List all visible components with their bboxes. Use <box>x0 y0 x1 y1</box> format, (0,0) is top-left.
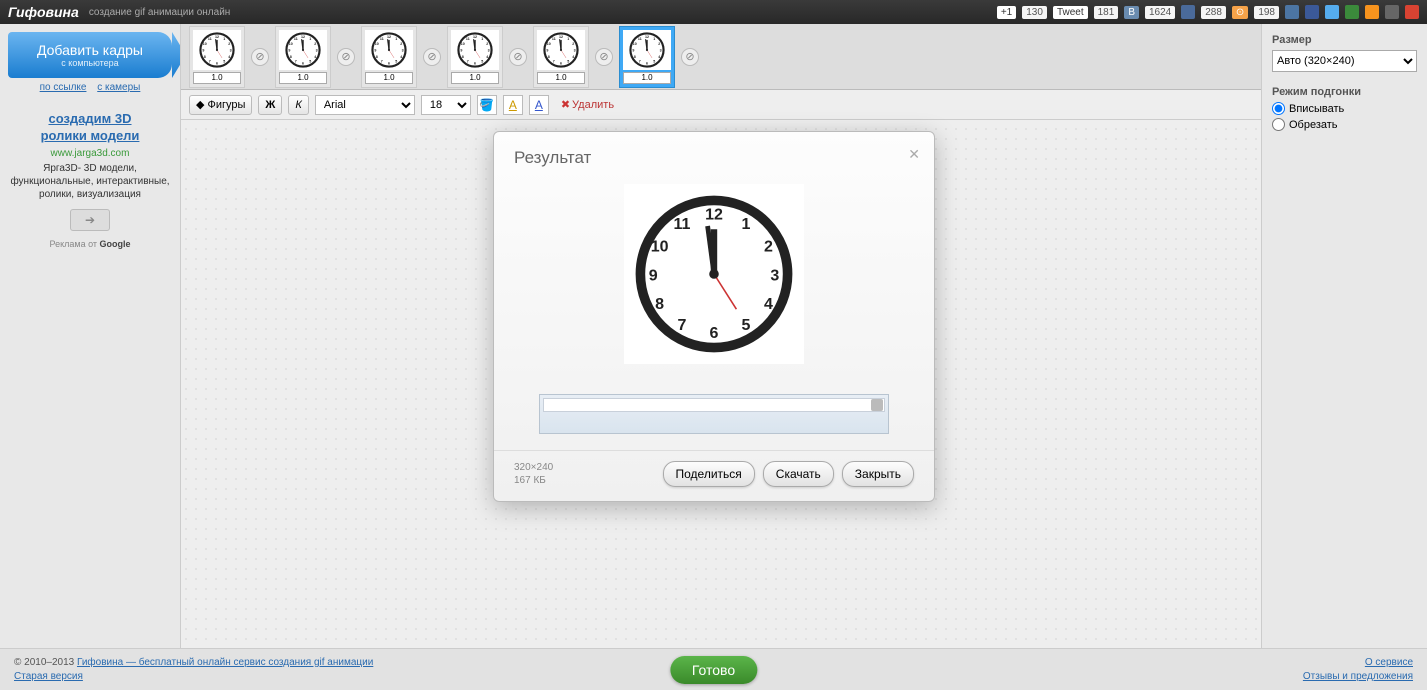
footer-about-link[interactable]: О сервисе <box>1365 657 1413 668</box>
close-icon[interactable]: ✕ <box>908 146 920 163</box>
download-button[interactable]: Скачать <box>763 461 834 487</box>
result-modal: Результат ✕ 320×240 167 КБ Поделиться Ск… <box>493 131 935 502</box>
footer-left: © 2010–2013 Гифовина — бесплатный онлайн… <box>14 656 373 684</box>
footer-old-link[interactable]: Старая версия <box>14 671 83 682</box>
modal-backdrop: Результат ✕ 320×240 167 КБ Поделиться Ск… <box>0 0 1427 690</box>
footer: © 2010–2013 Гифовина — бесплатный онлайн… <box>0 648 1427 690</box>
footer-right: О сервисе Отзывы и предложения <box>1303 656 1413 684</box>
result-preview <box>624 184 804 364</box>
close-button[interactable]: Закрыть <box>842 461 914 487</box>
modal-footer: 320×240 167 КБ Поделиться Скачать Закрыт… <box>494 450 934 501</box>
share-button[interactable]: Поделиться <box>663 461 755 487</box>
modal-title: Результат <box>514 148 591 167</box>
ready-button[interactable]: Готово <box>670 656 757 684</box>
footer-main-link[interactable]: Гифовина — бесплатный онлайн сервис созд… <box>77 657 373 668</box>
modal-body <box>494 176 934 450</box>
url-input[interactable] <box>543 398 885 412</box>
copy-icon[interactable] <box>871 399 883 411</box>
footer-feedback-link[interactable]: Отзывы и предложения <box>1303 671 1413 682</box>
url-box <box>539 394 889 434</box>
result-meta: 320×240 167 КБ <box>514 461 553 487</box>
modal-header: Результат ✕ <box>494 132 934 176</box>
